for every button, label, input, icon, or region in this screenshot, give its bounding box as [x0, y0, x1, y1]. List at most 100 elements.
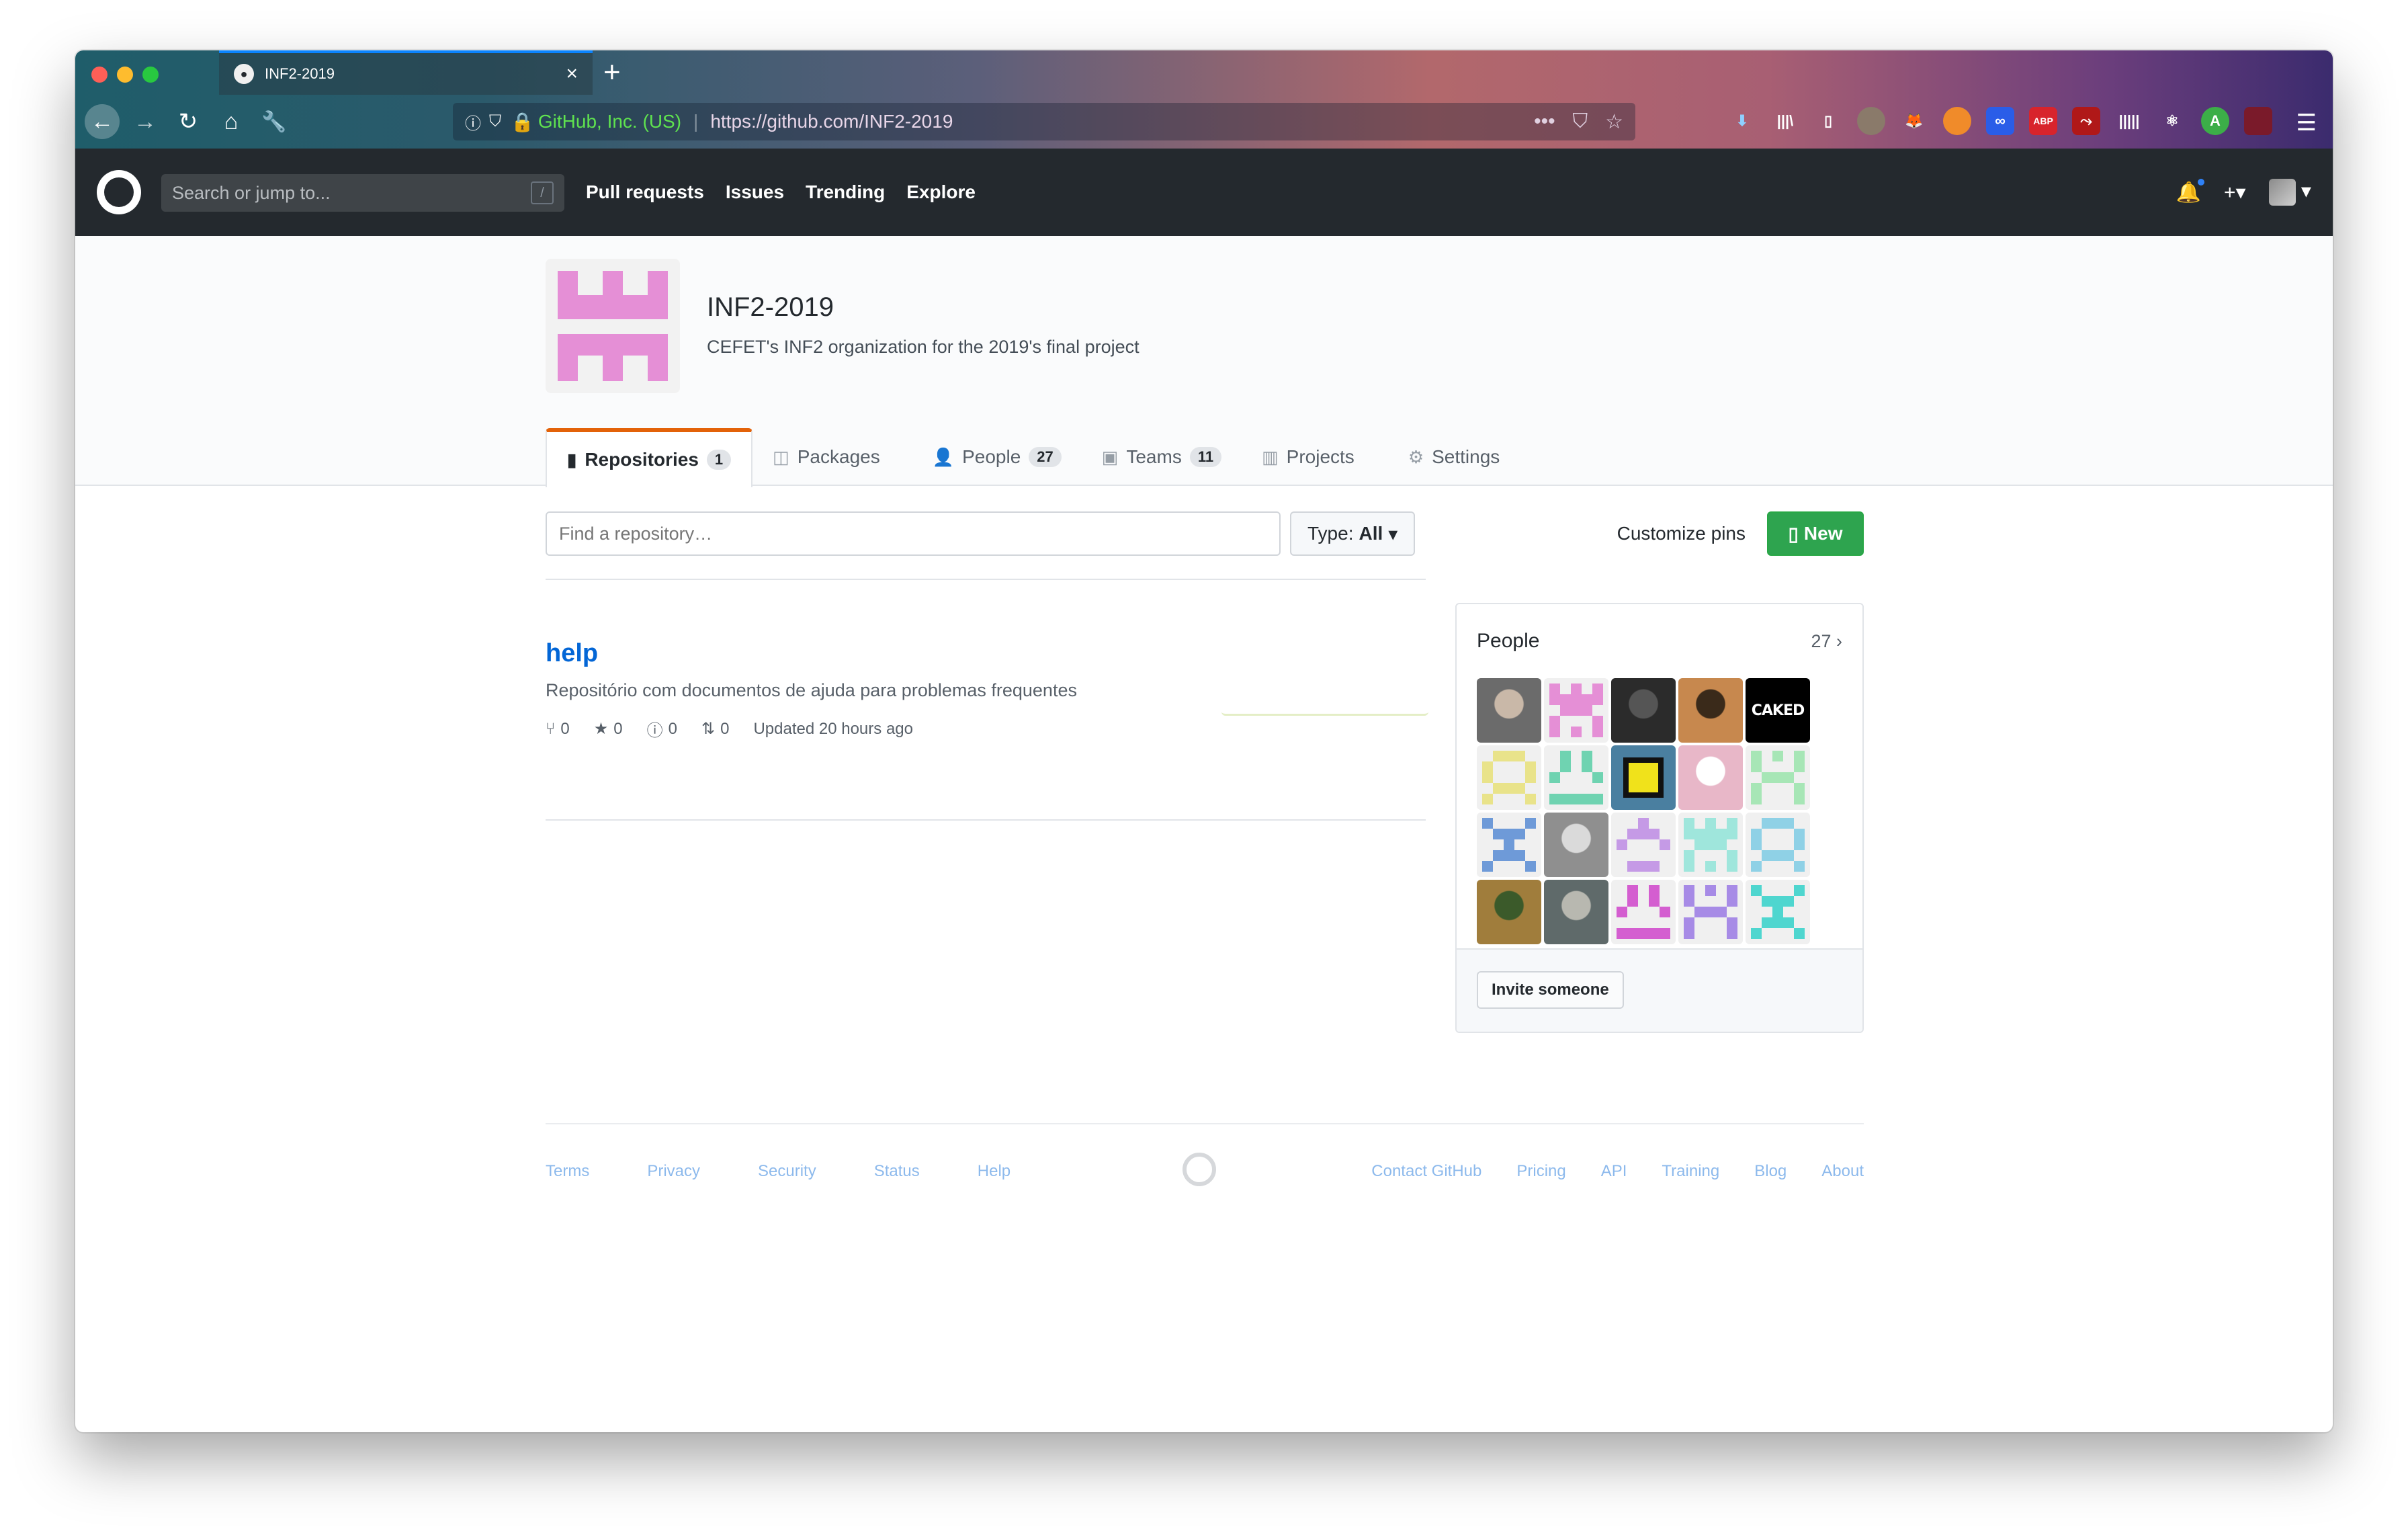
avatar[interactable]	[1477, 880, 1541, 944]
avatar[interactable]	[1611, 813, 1676, 877]
page-actions-icon[interactable]: •••	[1534, 110, 1555, 134]
avatar-extension-icon[interactable]	[1857, 107, 1885, 135]
type-label: Type:	[1307, 523, 1354, 544]
browser-tab[interactable]: ● INF2-2019 ×	[219, 50, 593, 95]
tab-repositories[interactable]: ▮ Repositories 1	[546, 428, 753, 487]
github-mark-icon[interactable]	[1182, 1153, 1216, 1186]
jersey-icon: ▣	[1101, 446, 1119, 467]
customize-pins-link[interactable]: Customize pins	[1617, 511, 1746, 556]
people-count-value: 27	[1811, 630, 1832, 651]
gitlab-icon[interactable]: 🦊	[1900, 107, 1928, 135]
footer-link-terms[interactable]: Terms	[546, 1162, 589, 1181]
avatar[interactable]	[1544, 813, 1608, 877]
back-button[interactable]: ←	[85, 104, 120, 139]
red-extension-icon[interactable]	[2244, 107, 2272, 135]
forward-button[interactable]: →	[128, 104, 163, 139]
footer-link-api[interactable]: API	[1601, 1162, 1627, 1181]
create-new-dropdown[interactable]: +▾	[2224, 181, 2246, 204]
wrench-icon[interactable]: 🔧	[257, 104, 292, 139]
nav-pull-requests[interactable]: Pull requests	[586, 181, 704, 203]
avatar[interactable]	[1678, 678, 1743, 743]
react-icon[interactable]: ⚛	[2158, 107, 2186, 135]
url-text[interactable]: https://github.com/INF2-2019	[710, 111, 953, 132]
new-repo-button[interactable]: ▯ New	[1767, 511, 1864, 556]
sidebar-icon[interactable]: ▯	[1814, 107, 1842, 135]
blue-extension-icon[interactable]: ∞	[1986, 107, 2014, 135]
orange-extension-icon[interactable]	[1943, 107, 1971, 135]
repo-name-link[interactable]: help	[546, 639, 1426, 668]
avatar[interactable]	[1544, 745, 1608, 810]
hamburger-icon[interactable]: ☰	[2296, 110, 2317, 136]
search-input[interactable]: Search or jump to... /	[161, 174, 564, 212]
pdf-icon[interactable]: ⤳	[2072, 107, 2100, 135]
tab-settings[interactable]: ⚙ Settings	[1375, 428, 1520, 486]
issues-count[interactable]: ⓘ 0	[647, 717, 677, 741]
avatar[interactable]	[1477, 678, 1541, 743]
nav-trending[interactable]: Trending	[806, 181, 885, 203]
home-button[interactable]: ⌂	[214, 104, 249, 139]
nav-issues[interactable]: Issues	[726, 181, 784, 203]
avatar[interactable]	[1477, 813, 1541, 877]
tab-label: Settings	[1432, 446, 1500, 467]
org-tabs: ▮ Repositories 1 ◫ Packages 👤 People 27 …	[546, 408, 1520, 487]
pulls-count[interactable]: ⇅ 0	[701, 719, 729, 739]
avatar[interactable]	[1477, 745, 1541, 810]
url-bar[interactable]: ⓘ ⛉ 🔒 GitHub, Inc. (US) | https://github…	[453, 103, 1635, 140]
download-icon[interactable]: ⬇	[1728, 107, 1756, 135]
avatar[interactable]	[1611, 880, 1676, 944]
tab-packages[interactable]: ◫ Packages	[752, 428, 900, 486]
invite-someone-button[interactable]: Invite someone	[1477, 971, 1624, 1009]
footer-link-help[interactable]: Help	[978, 1162, 1010, 1181]
avatar[interactable]	[1611, 678, 1676, 743]
find-repository-input[interactable]	[546, 511, 1281, 556]
footer-link-contact[interactable]: Contact GitHub	[1371, 1162, 1481, 1181]
avatar[interactable]: CAKED	[1746, 678, 1810, 743]
notifications-bell-icon[interactable]: 🔔	[2176, 176, 2207, 204]
bars-extension-icon[interactable]: |||||	[2115, 107, 2143, 135]
adblock-icon[interactable]: ABP	[2029, 107, 2057, 135]
close-window-button[interactable]	[91, 67, 108, 83]
footer-link-training[interactable]: Training	[1662, 1162, 1719, 1181]
project-icon: ▥	[1262, 446, 1279, 467]
stars-count[interactable]: ★ 0	[594, 719, 623, 739]
avatar[interactable]	[1678, 745, 1743, 810]
library-icon[interactable]: |||\	[1771, 107, 1799, 135]
tab-projects[interactable]: ▥ Projects	[1242, 428, 1375, 486]
avatar[interactable]	[1746, 745, 1810, 810]
people-box: People 27 › CAKED Invite someone	[1455, 603, 1864, 1033]
avatar[interactable]	[1611, 745, 1676, 810]
footer-link-about[interactable]: About	[1821, 1162, 1864, 1181]
pocket-icon[interactable]: ⛉	[1573, 110, 1588, 134]
reload-button[interactable]: ↻	[171, 104, 206, 139]
user-menu[interactable]: ▾	[2268, 179, 2311, 206]
new-tab-button[interactable]: +	[603, 56, 621, 89]
forks-count[interactable]: ⑂ 0	[546, 720, 570, 739]
footer-link-status[interactable]: Status	[874, 1162, 920, 1181]
avatar[interactable]	[1678, 813, 1743, 877]
green-a-extension-icon[interactable]: A	[2201, 107, 2229, 135]
type-filter-dropdown[interactable]: Type: All ▾	[1290, 511, 1416, 556]
bookmark-star-icon[interactable]: ☆	[1605, 110, 1623, 134]
avatar[interactable]	[1544, 880, 1608, 944]
footer-link-blog[interactable]: Blog	[1754, 1162, 1787, 1181]
avatar[interactable]	[1746, 880, 1810, 944]
tab-people[interactable]: 👤 People 27	[900, 428, 1082, 486]
minimize-window-button[interactable]	[117, 67, 133, 83]
avatar[interactable]	[1746, 813, 1810, 877]
github-logo-icon[interactable]	[97, 170, 141, 214]
close-tab-icon[interactable]: ×	[566, 63, 578, 85]
avatar[interactable]	[1678, 880, 1743, 944]
maximize-window-button[interactable]	[142, 67, 159, 83]
people-title: People	[1477, 630, 1540, 652]
footer-link-privacy[interactable]: Privacy	[647, 1162, 700, 1181]
tab-strip: ● INF2-2019 × +	[75, 50, 2333, 95]
tab-teams[interactable]: ▣ Teams 11	[1082, 428, 1242, 486]
nav-explore[interactable]: Explore	[906, 181, 976, 203]
people-header[interactable]: People 27 ›	[1457, 604, 1862, 678]
avatar[interactable]	[1544, 678, 1608, 743]
footer-link-security[interactable]: Security	[758, 1162, 816, 1181]
tab-count: 27	[1029, 447, 1062, 467]
info-icon[interactable]: ⓘ	[465, 110, 481, 134]
footer-link-pricing[interactable]: Pricing	[1516, 1162, 1565, 1181]
shield-icon[interactable]: ⛉	[489, 112, 501, 131]
